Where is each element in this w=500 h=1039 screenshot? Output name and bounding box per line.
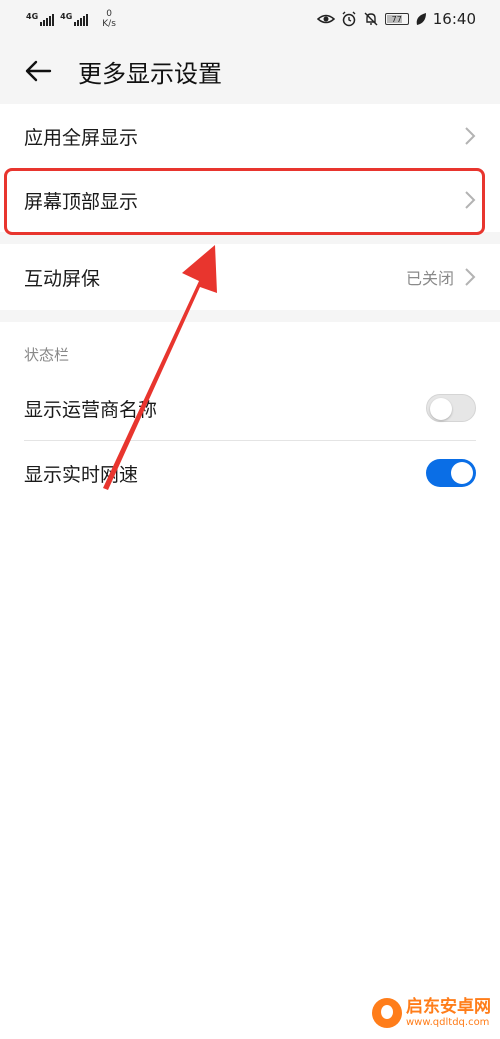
status-bar: 4G 4G 0 K/s 77 16:40	[0, 0, 500, 38]
setting-notch-display[interactable]: 屏幕顶部显示	[0, 168, 500, 232]
toggle-knob	[451, 462, 473, 484]
watermark-logo-icon	[372, 998, 402, 1028]
arrow-left-icon	[25, 60, 52, 82]
page-title: 更多显示设置	[78, 59, 222, 88]
speed-unit: K/s	[102, 19, 116, 29]
alarm-icon	[342, 11, 356, 27]
setting-show-network-speed[interactable]: 显示实时网速	[0, 441, 500, 505]
setting-label: 显示运营商名称	[24, 398, 158, 421]
signal-icon: 4G	[26, 12, 55, 26]
watermark-url: www.qdltdq.com	[406, 1016, 490, 1028]
network-speed: 0 K/s	[102, 9, 116, 29]
leaf-icon	[416, 13, 426, 25]
clock: 16:40	[432, 10, 476, 28]
setting-label: 互动屏保	[24, 267, 101, 290]
setting-label: 应用全屏显示	[24, 126, 139, 149]
setting-value: 已关闭	[405, 269, 454, 288]
setting-label: 屏幕顶部显示	[24, 190, 139, 213]
signal-icon-2: 4G	[60, 12, 89, 26]
setting-interactive-screensaver[interactable]: 互动屏保 已关闭	[0, 244, 500, 310]
eye-icon	[316, 14, 335, 24]
speed-value: 0	[106, 9, 112, 19]
section-title: 状态栏	[24, 346, 70, 364]
setting-show-carrier[interactable]: 显示运营商名称	[0, 376, 500, 440]
battery-level: 77	[391, 15, 402, 24]
setting-fullscreen-apps[interactable]: 应用全屏显示	[0, 104, 500, 168]
chevron-right-icon	[465, 191, 476, 209]
toggle-knob	[430, 398, 452, 420]
status-bar-right: 77 16:40	[316, 10, 476, 28]
setting-label: 显示实时网速	[24, 463, 139, 486]
watermark-name: 启东安卓网	[406, 996, 491, 1017]
watermark: 启东安卓网 www.qdltdq.com	[372, 998, 491, 1028]
back-button[interactable]	[20, 53, 56, 89]
app-header: 更多显示设置	[0, 38, 500, 104]
network-speed-toggle[interactable]	[426, 459, 476, 487]
carrier-toggle[interactable]	[426, 394, 476, 422]
chevron-right-icon	[465, 268, 476, 286]
status-bar-left: 4G 4G 0 K/s	[26, 9, 116, 29]
mute-icon	[364, 12, 378, 26]
battery-icon: 77	[384, 13, 409, 25]
chevron-right-icon	[465, 127, 476, 145]
